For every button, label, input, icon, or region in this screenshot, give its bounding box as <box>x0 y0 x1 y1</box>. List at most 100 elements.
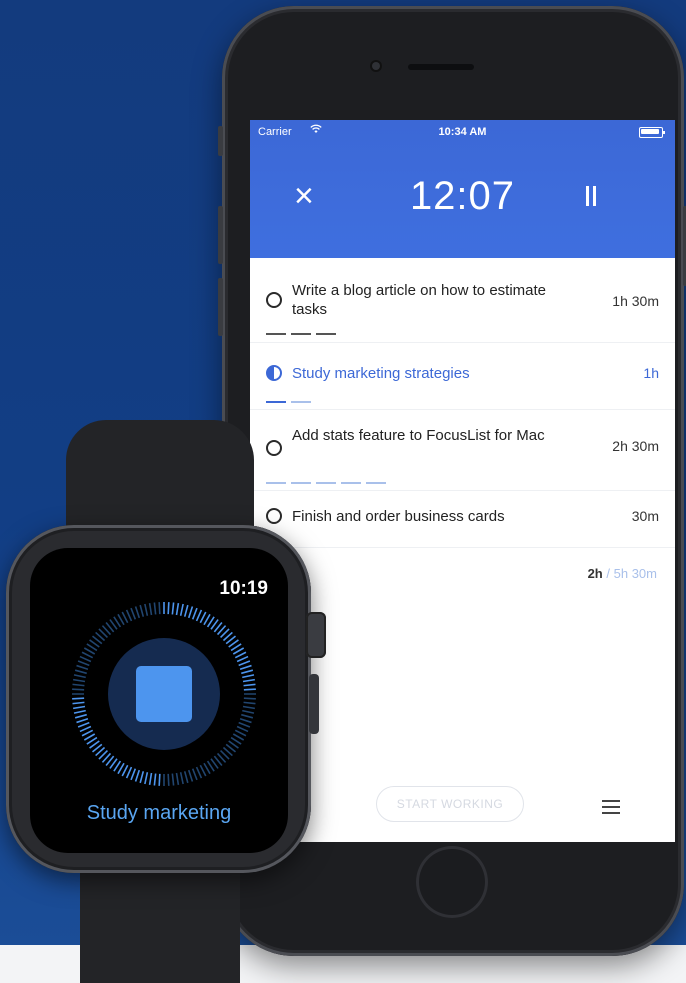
ring-tick <box>76 717 89 724</box>
ring-tick <box>72 688 85 691</box>
ring-tick <box>183 771 189 784</box>
ring-tick <box>72 697 85 700</box>
front-camera <box>372 62 380 70</box>
ring-tick <box>179 603 184 616</box>
task-duration: 1h <box>643 365 659 381</box>
timer-display: 12:07 <box>409 174 516 218</box>
ring-tick <box>195 766 203 779</box>
ring-tick <box>81 729 94 737</box>
ring-tick <box>242 705 255 710</box>
ring-tick <box>144 603 149 616</box>
task-name: Write a blog article on how to estimate … <box>292 282 547 318</box>
task-name: Study marketing strategies <box>292 365 470 382</box>
ring-tick <box>79 655 92 663</box>
task-row-active[interactable]: Study marketing strategies 1h <box>250 343 675 409</box>
task-duration: 1h 30m <box>612 293 659 309</box>
ring-tick <box>73 709 86 714</box>
pomodoro-dash <box>316 482 336 484</box>
ring-tick <box>73 705 86 710</box>
stop-icon[interactable] <box>136 666 192 722</box>
ring-tick <box>134 606 141 619</box>
ring-tick <box>175 772 180 785</box>
ring-tick <box>121 764 129 777</box>
ring-tick <box>191 768 198 781</box>
pomodoro-dash <box>291 401 311 403</box>
ring-tick <box>242 678 255 683</box>
menu-icon[interactable] <box>602 800 620 814</box>
digital-crown[interactable] <box>306 612 326 658</box>
ring-tick <box>242 674 255 679</box>
pause-icon[interactable] <box>584 186 598 206</box>
ring-tick <box>134 769 141 782</box>
phone-volume-up <box>218 206 223 264</box>
ring-tick <box>243 701 256 705</box>
pomodoro-dashes <box>266 401 316 403</box>
start-working-button[interactable]: START WORKING <box>376 786 524 822</box>
task-row[interactable]: Write a blog article on how to estimate … <box>250 258 675 342</box>
ring-tick <box>81 651 94 659</box>
ring-tick <box>243 683 256 687</box>
ring-tick <box>183 604 189 617</box>
watch-band-bottom <box>80 856 240 983</box>
ring-tick <box>144 772 149 785</box>
watch-side-button[interactable] <box>309 674 319 734</box>
half-circle-icon[interactable] <box>266 365 282 381</box>
ring-tick <box>179 772 184 785</box>
pomodoro-dashes <box>266 333 341 335</box>
pomodoro-dash <box>291 333 311 335</box>
ring-tick <box>242 709 255 714</box>
task-duration: 2h 30m <box>612 438 659 454</box>
task-checkbox[interactable] <box>266 440 282 456</box>
ring-tick <box>77 660 90 667</box>
ring-tick <box>175 603 180 616</box>
ring-tick <box>171 602 175 615</box>
phone-mute-switch <box>218 126 223 156</box>
ring-tick <box>158 773 161 786</box>
home-button[interactable] <box>416 846 488 918</box>
ring-tick <box>234 651 247 659</box>
status-time: 10:34 AM <box>438 126 487 138</box>
time-total: 5h 30m <box>613 566 657 581</box>
ring-tick <box>72 701 85 705</box>
ring-tick <box>76 664 89 671</box>
ring-tick <box>130 768 137 781</box>
ring-tick <box>74 669 87 675</box>
ring-tick <box>243 688 256 691</box>
ring-tick <box>187 769 194 782</box>
ring-tick <box>148 772 153 785</box>
ring-tick <box>195 609 203 622</box>
watch-screen: 10:19 Study marketing <box>30 548 288 853</box>
task-row[interactable]: Add stats feature to FocusList for Mac 2… <box>250 410 675 490</box>
watch-task-label: Study marketing <box>86 802 232 824</box>
ring-tick <box>243 697 256 700</box>
task-checkbox[interactable] <box>266 292 282 308</box>
ring-tick <box>239 717 252 724</box>
ring-tick <box>153 773 157 786</box>
pomodoro-dash <box>316 333 336 335</box>
task-row[interactable]: Finish and order business cards 30m <box>250 491 675 547</box>
ring-tick <box>153 602 157 615</box>
task-name: Add stats feature to FocusList for Mac <box>292 427 545 444</box>
task-name: Finish and order business cards <box>292 508 505 525</box>
status-bar: Carrier 10:34 AM <box>250 124 675 142</box>
earpiece-speaker <box>408 64 474 70</box>
task-checkbox[interactable] <box>266 508 282 524</box>
ring-tick <box>73 674 86 679</box>
ring-tick <box>236 725 249 733</box>
pomodoro-dash <box>341 482 361 484</box>
phone-volume-down <box>218 278 223 336</box>
time-done: 2h <box>587 566 603 581</box>
ring-tick <box>234 729 247 737</box>
watch-time: 10:19 <box>219 578 268 599</box>
ring-tick <box>125 609 133 622</box>
ring-tick <box>199 764 207 777</box>
row-divider <box>250 547 675 548</box>
ring-tick <box>139 604 145 617</box>
pomodoro-dash <box>366 482 386 484</box>
task-duration: 30m <box>631 508 659 524</box>
ring-tick <box>139 771 145 784</box>
ring-tick <box>79 725 92 733</box>
ring-tick <box>121 611 129 624</box>
ring-tick <box>167 773 170 786</box>
timer-header: Carrier 10:34 AM × 12:07 <box>250 120 675 258</box>
